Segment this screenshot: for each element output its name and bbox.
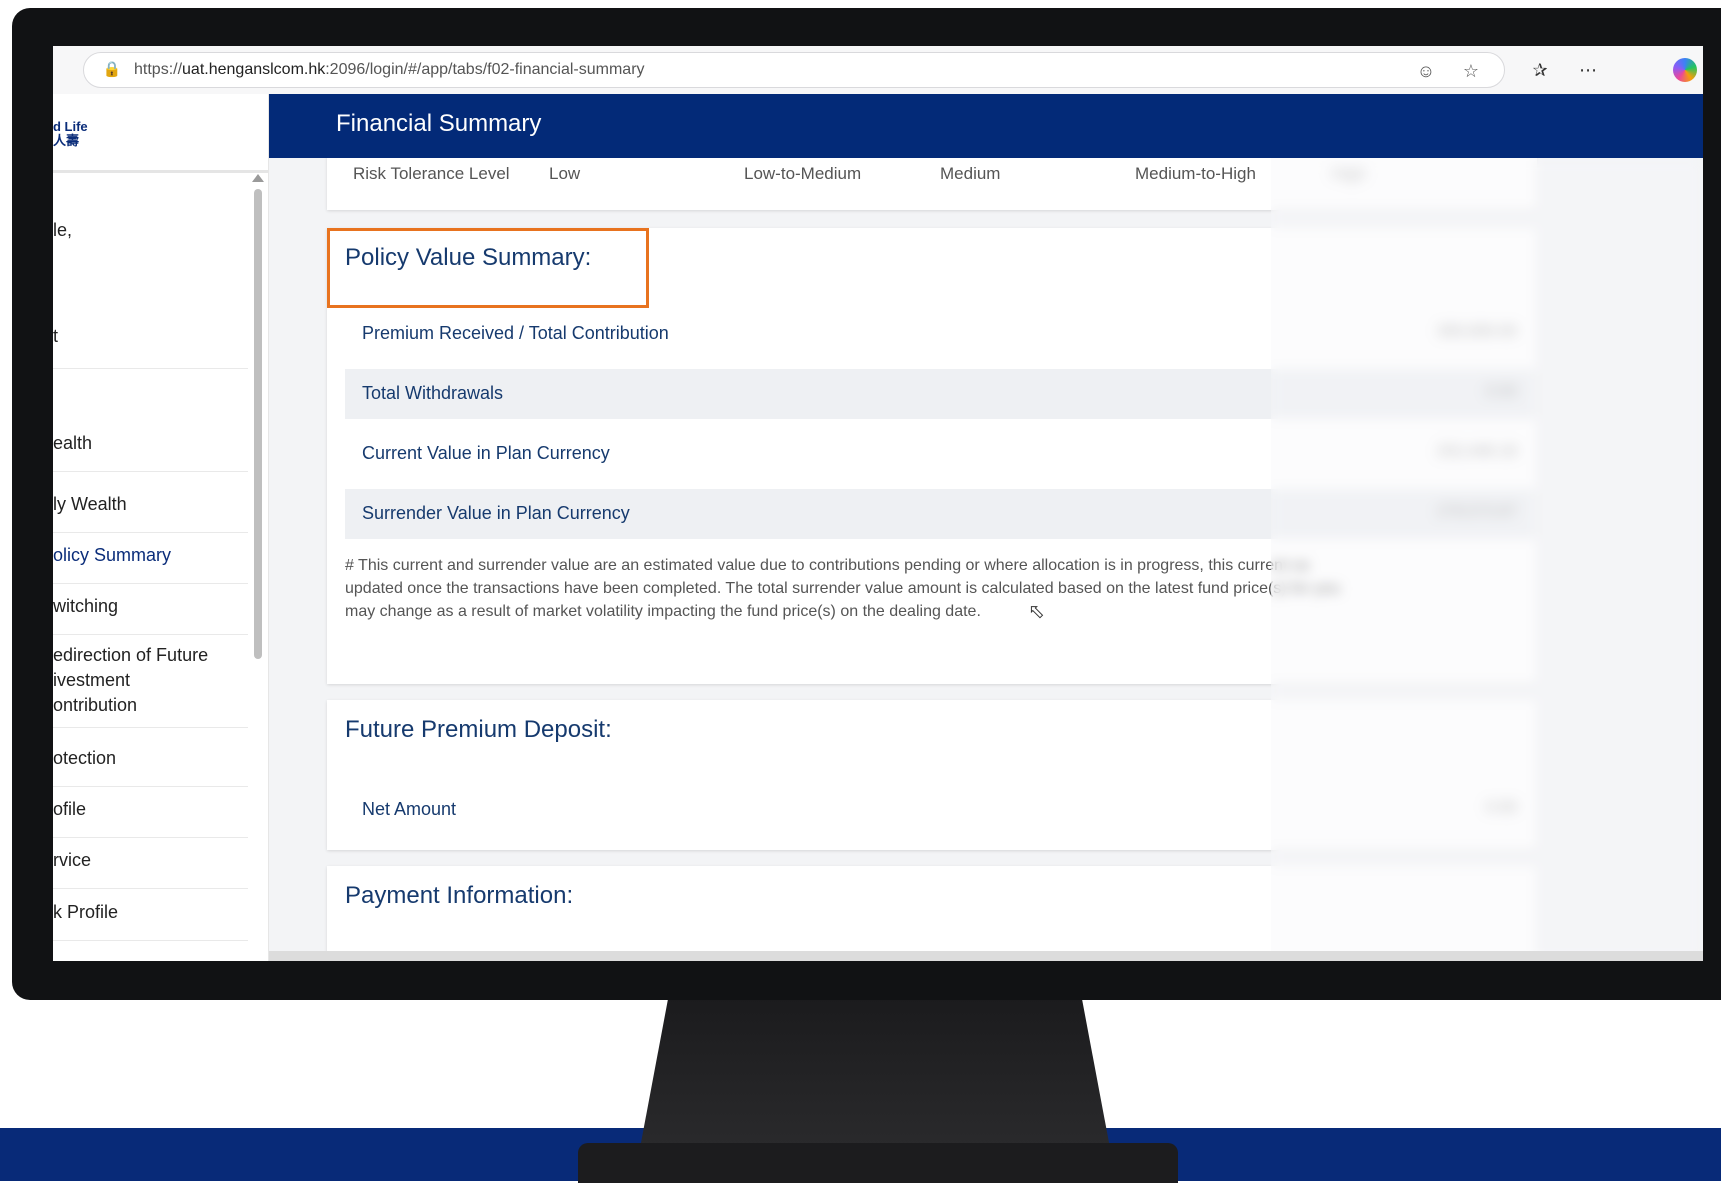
- url-host: uat.henganslcom.hk: [182, 61, 326, 78]
- copilot-icon[interactable]: [1673, 58, 1697, 82]
- premium-received-label: Premium Received / Total Contribution: [362, 323, 669, 343]
- app-header: Financial Summary: [269, 94, 1703, 158]
- sidebar-item-service[interactable]: rvice: [53, 848, 248, 889]
- sidebar-item-label: ealth: [53, 433, 93, 453]
- future-premium-deposit-title: Future Premium Deposit:: [345, 716, 612, 743]
- sidebar-item-label: ofile: [53, 799, 87, 819]
- surrender-value-label: Surrender Value in Plan Currency: [362, 503, 630, 523]
- favorite-star-icon[interactable]: ☆: [1459, 59, 1483, 83]
- sidebar-item-label: ontribution: [53, 695, 138, 715]
- sidebar-item-protection[interactable]: otection: [53, 746, 248, 787]
- url-prefix: https://: [134, 61, 183, 78]
- total-withdrawals-label: Total Withdrawals: [362, 383, 504, 403]
- company-logo: d Life 人壽: [53, 120, 88, 148]
- logo-text-chinese: 人壽: [53, 133, 80, 148]
- risk-level-low: Low: [549, 164, 581, 183]
- sidebar-item-profile[interactable]: ofile: [53, 797, 248, 838]
- logo-divider: [53, 170, 268, 173]
- current-value-label: Current Value in Plan Currency: [362, 443, 610, 463]
- lock-icon: 🔒: [102, 61, 122, 78]
- policy-value-summary-title: Policy Value Summary:: [345, 244, 592, 271]
- more-options-icon[interactable]: ⋯: [1575, 57, 1601, 83]
- page-title: Financial Summary: [336, 110, 542, 137]
- monitor-screen: 🔒 https://uat.henganslcom.hk:2096/login/…: [53, 46, 1703, 961]
- sidebar-item-switching[interactable]: witching: [53, 594, 248, 635]
- address-bar[interactable]: 🔒 https://uat.henganslcom.hk:2096/login/…: [83, 52, 1505, 88]
- net-amount-label: Net Amount: [362, 799, 457, 819]
- sidebar-item-label: ivestment: [53, 670, 131, 690]
- sidebar-item-label: otection: [53, 748, 117, 768]
- risk-level-medium-to-high: Medium-to-High: [1135, 164, 1256, 183]
- sidebar-item-wealth[interactable]: ealth: [53, 431, 248, 472]
- risk-level-low-to-medium: Low-to-Medium: [744, 164, 862, 183]
- sidebar-item-label: edirection of Future: [53, 645, 209, 665]
- reader-mode-icon[interactable]: ☺: [1414, 59, 1438, 83]
- sidebar-item-policy-summary[interactable]: olicy Summary: [53, 543, 248, 584]
- scroll-up-arrow-icon[interactable]: [252, 174, 264, 182]
- favorites-list-icon[interactable]: ✰: [1527, 57, 1553, 83]
- sidebar-item-redirection[interactable]: edirection of Future ivestment ontributi…: [53, 643, 248, 728]
- sidebar: d Life 人壽 le, t ealth ly Wealth olicy Su…: [53, 94, 269, 961]
- sidebar-item-label: olicy Summary: [53, 545, 172, 565]
- mouse-cursor-icon: ⬁: [1028, 601, 1045, 623]
- sidebar-item-label: le,: [53, 220, 73, 240]
- url-path: :2096/login/#/app/tabs/f02-financial-sum…: [325, 61, 645, 78]
- blurred-overlay: [1271, 158, 1703, 961]
- url-text[interactable]: https://uat.henganslcom.hk:2096/login/#/…: [134, 61, 645, 79]
- sidebar-item-label: k Profile: [53, 902, 119, 922]
- horizontal-scrollbar[interactable]: [269, 951, 1703, 961]
- browser-toolbar: 🔒 https://uat.henganslcom.hk:2096/login/…: [53, 46, 1703, 95]
- sidebar-item-label: ly Wealth: [53, 494, 127, 514]
- monitor-base: [578, 1143, 1178, 1183]
- logo-text: d Life: [53, 119, 88, 134]
- sidebar-item-label: rvice: [53, 850, 92, 870]
- monitor-stand: [640, 998, 1110, 1148]
- sidebar-item-family-wealth[interactable]: ly Wealth: [53, 492, 248, 533]
- sidebar-item-label: t: [53, 326, 59, 346]
- sidebar-scrollbar[interactable]: [254, 189, 262, 659]
- sidebar-item-greeting: le, t: [53, 218, 248, 369]
- payment-information-title: Payment Information:: [345, 882, 574, 909]
- risk-tolerance-label: Risk Tolerance Level: [353, 164, 510, 183]
- risk-level-medium: Medium: [940, 164, 1001, 183]
- sidebar-item-risk-profile[interactable]: k Profile: [53, 900, 248, 941]
- sidebar-item-label: witching: [53, 596, 119, 616]
- main-content: Risk Tolerance Level Low Low-to-Medium M…: [269, 158, 1703, 961]
